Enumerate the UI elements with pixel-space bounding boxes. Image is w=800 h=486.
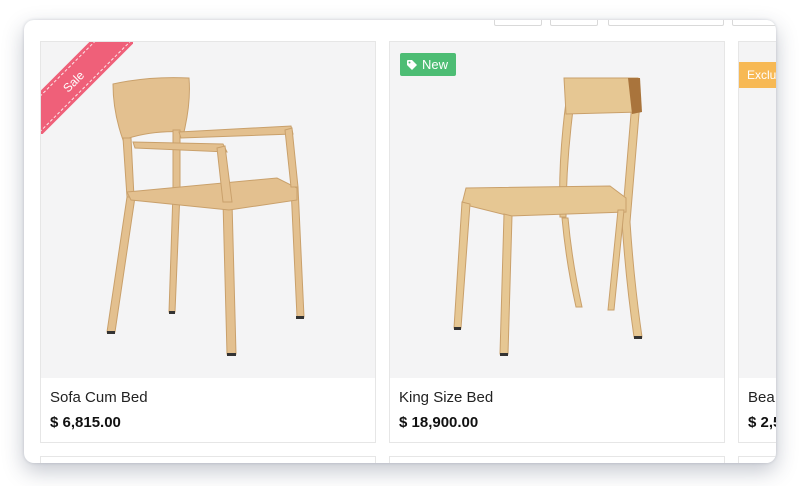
view-toggle-button[interactable] [494, 20, 542, 26]
filter-button[interactable] [732, 20, 776, 26]
product-card[interactable] [389, 456, 725, 463]
sort-select[interactable] [608, 20, 724, 26]
product-price: $ 2,5 [748, 414, 776, 431]
new-badge: New [400, 53, 457, 76]
sale-badge: Sale [41, 42, 132, 134]
product-card[interactable] [738, 456, 776, 463]
badge-fold [738, 56, 739, 62]
exclusive-badge: Exclus [739, 62, 776, 88]
tag-icon [407, 59, 417, 70]
view-toggle-button[interactable] [550, 20, 598, 26]
product-grid-window: Sale Sofa Cum Bed $ 6,815.00 New King Si… [24, 20, 776, 463]
product-card[interactable]: New King Size Bed $ 18,900.00 [389, 41, 725, 443]
product-price: $ 6,815.00 [50, 414, 121, 431]
chair-image [453, 77, 643, 356]
product-image[interactable] [390, 42, 724, 378]
product-card[interactable]: Exclus Bea $ 2,5 [738, 41, 776, 443]
product-title[interactable]: King Size Bed [399, 389, 493, 406]
product-image[interactable] [739, 42, 776, 378]
product-card[interactable] [40, 456, 376, 463]
sale-ribbon: Sale [41, 42, 133, 134]
product-card[interactable]: Sale Sofa Cum Bed $ 6,815.00 [40, 41, 376, 443]
new-badge-label: New [422, 57, 449, 72]
exclusive-badge-label: Exclus [747, 68, 776, 82]
product-title[interactable]: Bea [748, 389, 775, 406]
product-title[interactable]: Sofa Cum Bed [50, 389, 148, 406]
product-price: $ 18,900.00 [399, 414, 479, 431]
